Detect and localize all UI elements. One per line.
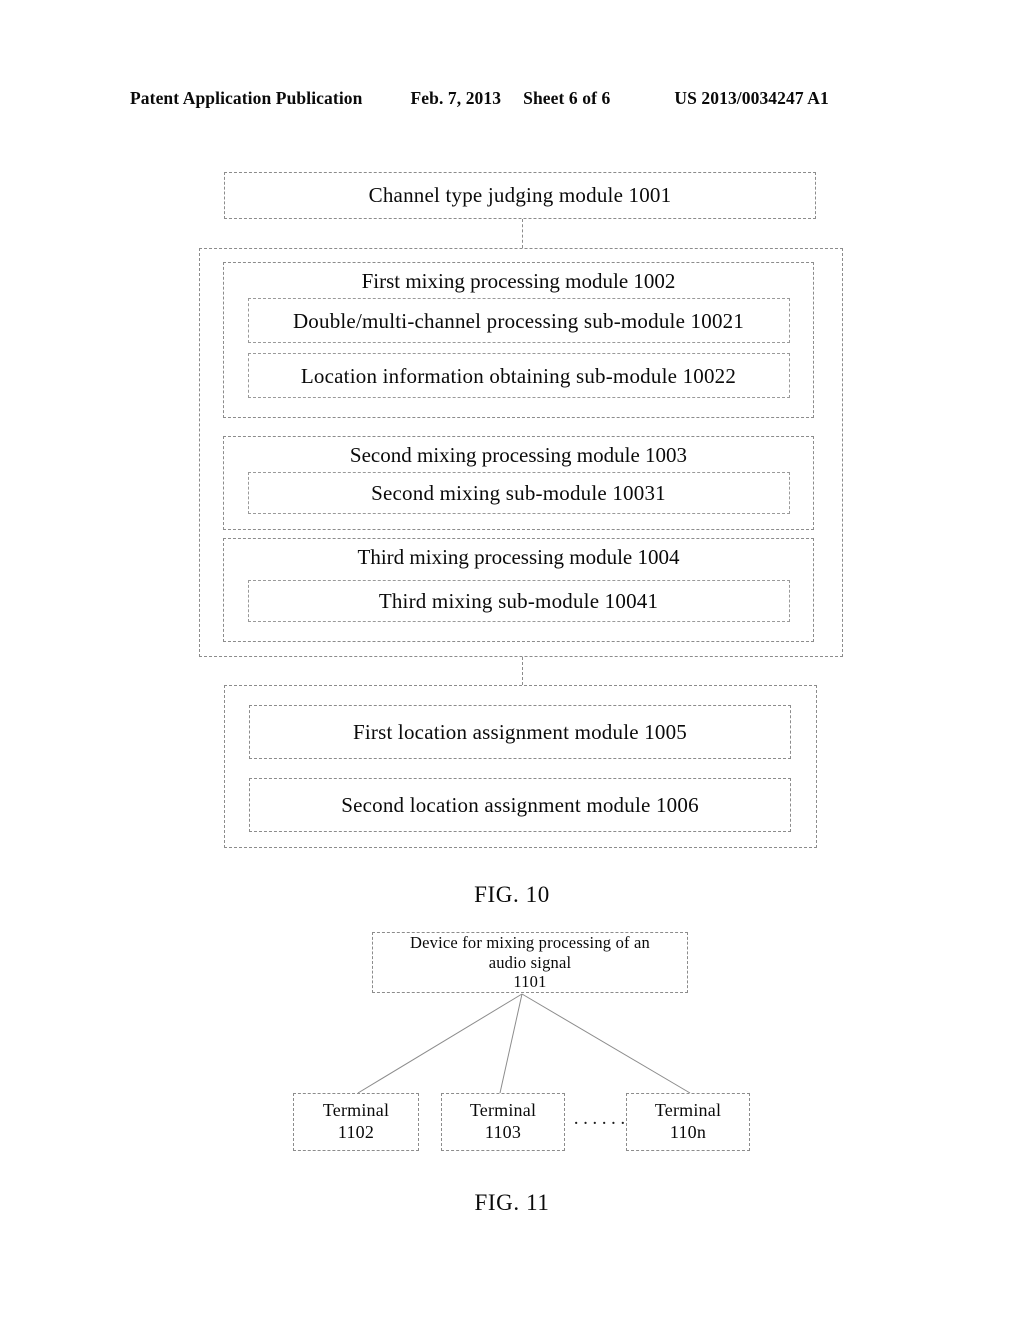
double-multi-channel-processing-sub-module: Double/multi-channel processing sub-modu…: [247, 298, 790, 344]
location-information-obtaining-sub-module: Location information obtaining sub-modul…: [247, 353, 790, 399]
terminal-1102-label: Terminal 1102: [322, 1100, 390, 1142]
first-location-assignment-module-box: First location assignment module 1005: [249, 705, 791, 759]
second-mixing-sub-module: Second mixing sub-module 10031: [247, 472, 790, 515]
terminal-ellipsis: ······: [573, 1113, 629, 1134]
terminal-1103-box: Terminal 1103: [441, 1093, 565, 1151]
second-mixing-processing-module: Second mixing processing module 1003 Sec…: [223, 436, 814, 530]
third-mixing-processing-module-title: Third mixing processing module 1004: [357, 545, 680, 569]
second-location-assignment-module-label: Second location assignment module 1006: [341, 792, 699, 817]
figure-11-caption: FIG. 11: [474, 1190, 550, 1215]
first-mixing-processing-module-title: First mixing processing module 1002: [361, 269, 676, 293]
device-for-mixing-processing-label: Device for mixing processing of an audio…: [409, 933, 651, 992]
figure-10-caption: FIG. 10: [474, 882, 550, 907]
terminal-110n-box: Terminal 110n: [626, 1093, 750, 1151]
terminal-110n-label: Terminal 110n: [654, 1100, 722, 1142]
page-header: Patent Application Publication Feb. 7, 2…: [130, 88, 890, 112]
header-date-label: Feb. 7, 2013: [410, 88, 502, 108]
double-multi-channel-processing-sub-module-label: Double/multi-channel processing sub-modu…: [292, 308, 745, 333]
third-mixing-processing-module: Third mixing processing module 1004 Thir…: [223, 538, 814, 642]
header-publication-number: US 2013/0034247 A1: [674, 88, 829, 108]
terminal-1103-label: Terminal 1103: [469, 1100, 537, 1142]
third-mixing-sub-module-label: Third mixing sub-module 10041: [378, 589, 659, 614]
device-for-mixing-processing-box: Device for mixing processing of an audio…: [372, 932, 688, 993]
first-location-assignment-module-label: First location assignment module 1005: [352, 719, 688, 744]
channel-type-judging-module-label: Channel type judging module 1001: [368, 183, 672, 208]
second-location-assignment-module-box: Second location assignment module 1006: [249, 778, 791, 832]
second-mixing-sub-module-label: Second mixing sub-module 10031: [371, 481, 666, 506]
third-mixing-sub-module: Third mixing sub-module 10041: [247, 580, 790, 623]
second-mixing-processing-module-title: Second mixing processing module 1003: [349, 443, 688, 467]
header-sheet-label: Sheet 6 of 6: [523, 88, 611, 108]
channel-type-judging-module-box: Channel type judging module 1001: [224, 172, 816, 219]
connector-1001-to-mixing-container: [522, 219, 523, 248]
terminal-1102-box: Terminal 1102: [293, 1093, 419, 1151]
connector-mixing-to-location-container: [522, 657, 523, 685]
header-publication-label: Patent Application Publication: [130, 88, 363, 108]
location-information-obtaining-sub-module-label: Location information obtaining sub-modul…: [300, 363, 737, 388]
first-mixing-processing-module: First mixing processing module 1002 Doub…: [223, 262, 814, 418]
